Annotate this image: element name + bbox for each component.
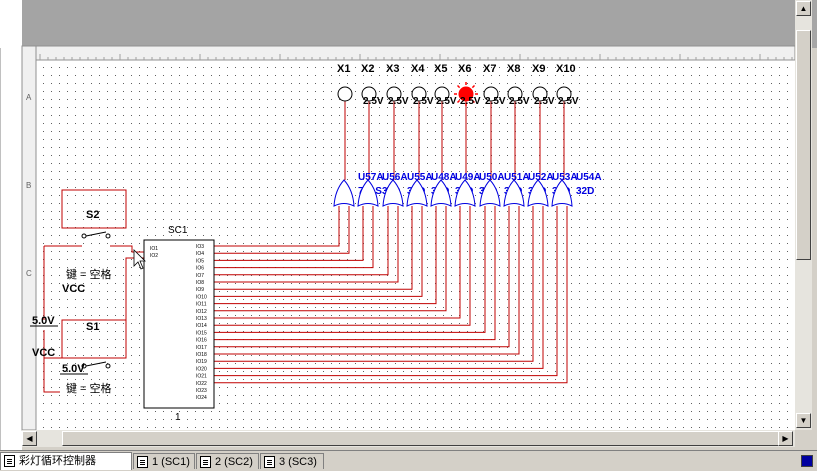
subcircuit-ref: SC1: [168, 225, 188, 236]
vertical-scrollbar[interactable]: ▲ ▼: [795, 0, 812, 430]
switch-label: S1: [86, 321, 99, 333]
pin-label: IO18: [196, 352, 207, 358]
gate-part: 32D: [576, 186, 594, 197]
tab-label: 1 (SC1): [152, 456, 190, 468]
vertical-scroll-thumb[interactable]: [796, 30, 811, 260]
voltage-label: 2.5V: [485, 96, 506, 107]
gate-ref: U55A: [407, 172, 433, 183]
voltage-label: 2.5V: [509, 96, 530, 107]
probe-label: X10: [556, 63, 576, 75]
sheet-icon: [137, 456, 148, 468]
probe-label: X2: [361, 63, 374, 75]
switch-contact-icon: [81, 233, 87, 239]
gate-ref: U53A: [552, 172, 578, 183]
pin-label: IO13: [196, 316, 207, 322]
tab-label: 2 (SC2): [215, 456, 253, 468]
probe-label: X4: [411, 63, 425, 75]
probe-label: X8: [507, 63, 520, 75]
subcircuit-sc1[interactable]: SC11IO1IO2IO3IO4IO5IO6IO7IO8IO9IO10IO11I…: [143, 225, 215, 423]
pin-label: IO14: [196, 323, 207, 329]
scroll-left-button[interactable]: ◀: [22, 431, 37, 446]
gate-ref: U49A: [455, 172, 481, 183]
pin-label: IO10: [196, 294, 207, 300]
pin-label: IO22: [196, 381, 207, 387]
voltage-label: 2.5V: [363, 96, 384, 107]
voltage-label: 2.5V: [388, 96, 409, 107]
pin-label: IO21: [196, 374, 207, 380]
pin-label: IO12: [196, 309, 207, 315]
pin-label: IO4: [196, 251, 204, 257]
tab-label: 彩灯循环控制器: [19, 455, 96, 467]
key-binding-label: 键 = 空格: [66, 267, 112, 281]
pin-label: IO20: [196, 366, 207, 372]
key-binding-label: 键 = 空格: [66, 381, 112, 395]
pin-label: IO17: [196, 345, 207, 351]
pin-label: IO11: [196, 302, 207, 308]
pin-label: IO6: [196, 266, 204, 272]
gate-ref: U57A: [358, 172, 384, 183]
voltage-label: 2.5V: [436, 96, 457, 107]
tab-sc2[interactable]: 2 (SC2): [196, 453, 259, 469]
pin-label: IO16: [196, 338, 207, 344]
gate-ref: U52A: [528, 172, 554, 183]
voltage-label: 2.5V: [460, 96, 481, 107]
lamp-icon: [337, 86, 353, 102]
sheet-icon: [264, 456, 275, 468]
voltage-label: 2.5V: [558, 96, 579, 107]
pin-label: IO15: [196, 330, 207, 336]
switch-contact-icon: [105, 233, 111, 239]
scroll-up-button[interactable]: ▲: [796, 1, 811, 16]
probe-label: X7: [483, 63, 496, 75]
ruler-row-label: C: [26, 269, 32, 278]
subcircuit-number: 1: [175, 412, 181, 423]
probe-label: X6: [458, 63, 471, 75]
tab-sc1[interactable]: 1 (SC1): [133, 453, 195, 469]
scroll-right-button[interactable]: ▶: [778, 431, 793, 446]
probe-label: X1: [337, 63, 350, 75]
vcc-voltage: 5.0V: [32, 315, 55, 327]
tab-sc3[interactable]: 3 (SC3): [260, 453, 324, 469]
scroll-down-button[interactable]: ▼: [796, 413, 811, 428]
vcc-label: VCC: [32, 347, 55, 359]
sheet-tab-strip: 彩灯循环控制器 1 (SC1) 2 (SC2) 3 (SC3): [0, 450, 817, 471]
vcc-label: VCC: [62, 283, 85, 295]
pin-label: IO1: [150, 246, 158, 252]
pin-label: IO8: [196, 280, 204, 286]
switch-label: S2: [86, 209, 99, 221]
pin-label: IO23: [196, 388, 207, 394]
probe-label: X9: [532, 63, 545, 75]
probe-label: X3: [386, 63, 399, 75]
schematic-workspace[interactable]: A B C X1 X2 2.5V X3 2.5V X4 2.5V X5 2.5V X6 2.5V X7 2.…: [0, 0, 817, 470]
pin-label: IO3: [196, 244, 204, 250]
pin-label: IO7: [196, 273, 204, 279]
pin-label: IO24: [196, 395, 207, 401]
horizontal-scrollbar[interactable]: ◀ ▶: [22, 430, 795, 447]
sheet-icon: [4, 455, 15, 467]
ruler-row-label: B: [26, 181, 31, 190]
gate-ref: U51A: [504, 172, 530, 183]
tab-main-sheet[interactable]: 彩灯循环控制器: [0, 452, 132, 470]
pin-label: IO5: [196, 258, 204, 264]
pin-label: IO2: [150, 253, 158, 259]
pin-label: IO19: [196, 359, 207, 365]
horizontal-scroll-thumb[interactable]: [62, 431, 792, 446]
voltage-label: 2.5V: [534, 96, 555, 107]
switch-contact-icon: [105, 363, 111, 369]
probe-label: X5: [434, 63, 447, 75]
sheet-icon: [200, 456, 211, 468]
network-icon[interactable]: [801, 455, 813, 467]
gate-ref: U48A: [431, 172, 457, 183]
ruler-row-label: A: [26, 93, 32, 102]
tab-label: 3 (SC3): [279, 456, 317, 468]
voltage-label: 2.5V: [413, 96, 434, 107]
gate-ref: U54A: [576, 172, 602, 183]
vcc-voltage: 5.0V: [62, 363, 85, 375]
pin-label: IO9: [196, 287, 204, 293]
